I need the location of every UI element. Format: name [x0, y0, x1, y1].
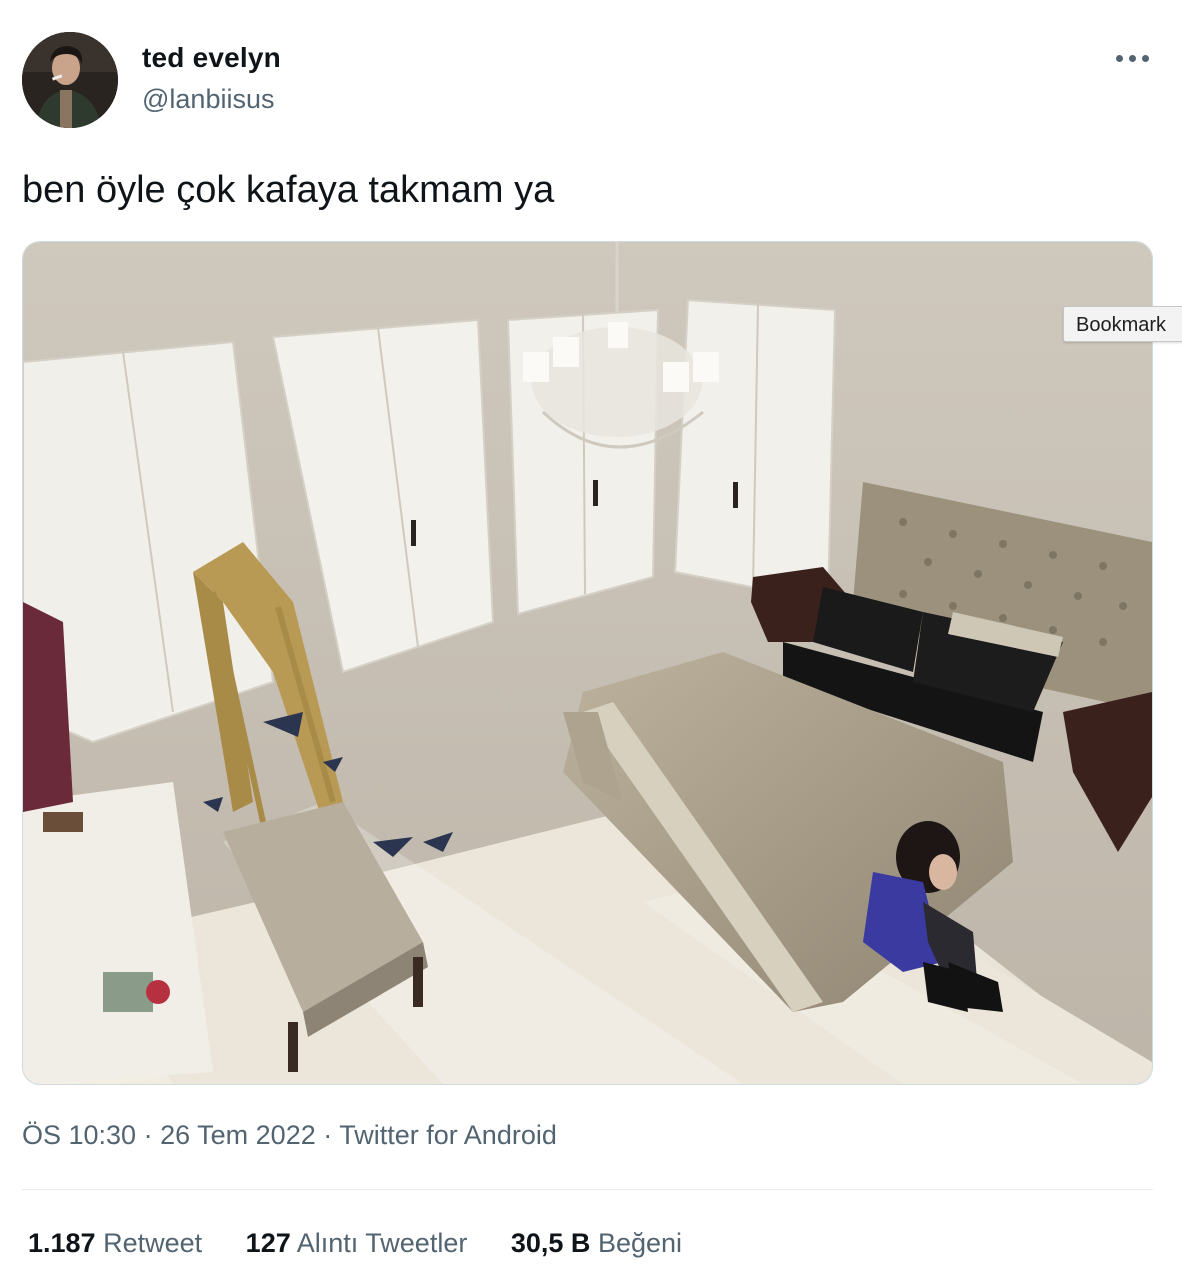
likes-count: 30,5 B — [510, 1228, 591, 1258]
tweet-stats: 1.187 Retweet 127 Alıntı Tweetler 30,5 B… — [28, 1228, 718, 1259]
retweets-stat[interactable]: 1.187 Retweet — [28, 1228, 202, 1259]
meta-separator: · — [323, 1120, 333, 1150]
tweet-date[interactable]: 26 Tem 2022 — [160, 1120, 316, 1150]
author-display-name[interactable]: ted evelyn — [142, 42, 281, 74]
author-handle[interactable]: @lanbiisus — [142, 84, 274, 115]
tweet-time[interactable]: ÖS 10:30 — [22, 1120, 136, 1150]
divider — [22, 1189, 1153, 1190]
tweet-text: ben öyle çok kafaya takmam ya — [22, 169, 555, 211]
more-dots-icon[interactable] — [1116, 52, 1150, 66]
avatar[interactable] — [22, 32, 118, 128]
avatar-photo — [22, 32, 118, 128]
bookmark-button[interactable]: Bookmark — [1063, 306, 1182, 342]
meta-separator: · — [143, 1120, 153, 1150]
quotes-count: 127 — [245, 1228, 291, 1258]
likes-label: Beğeni — [597, 1228, 683, 1258]
tweet-source[interactable]: Twitter for Android — [339, 1120, 557, 1150]
quotes-stat[interactable]: 127 Alıntı Tweetler — [246, 1228, 468, 1259]
retweets-count: 1.187 — [28, 1228, 96, 1258]
tweet-metadata: ÖS 10:30 · 26 Tem 2022 · Twitter for And… — [22, 1120, 557, 1151]
tweet-photo — [23, 242, 1152, 1084]
retweets-label: Retweet — [103, 1228, 203, 1258]
quotes-label: Alıntı Tweetler — [296, 1228, 468, 1258]
likes-stat[interactable]: 30,5 B Beğeni — [511, 1228, 682, 1259]
tweet-media[interactable] — [22, 241, 1153, 1085]
